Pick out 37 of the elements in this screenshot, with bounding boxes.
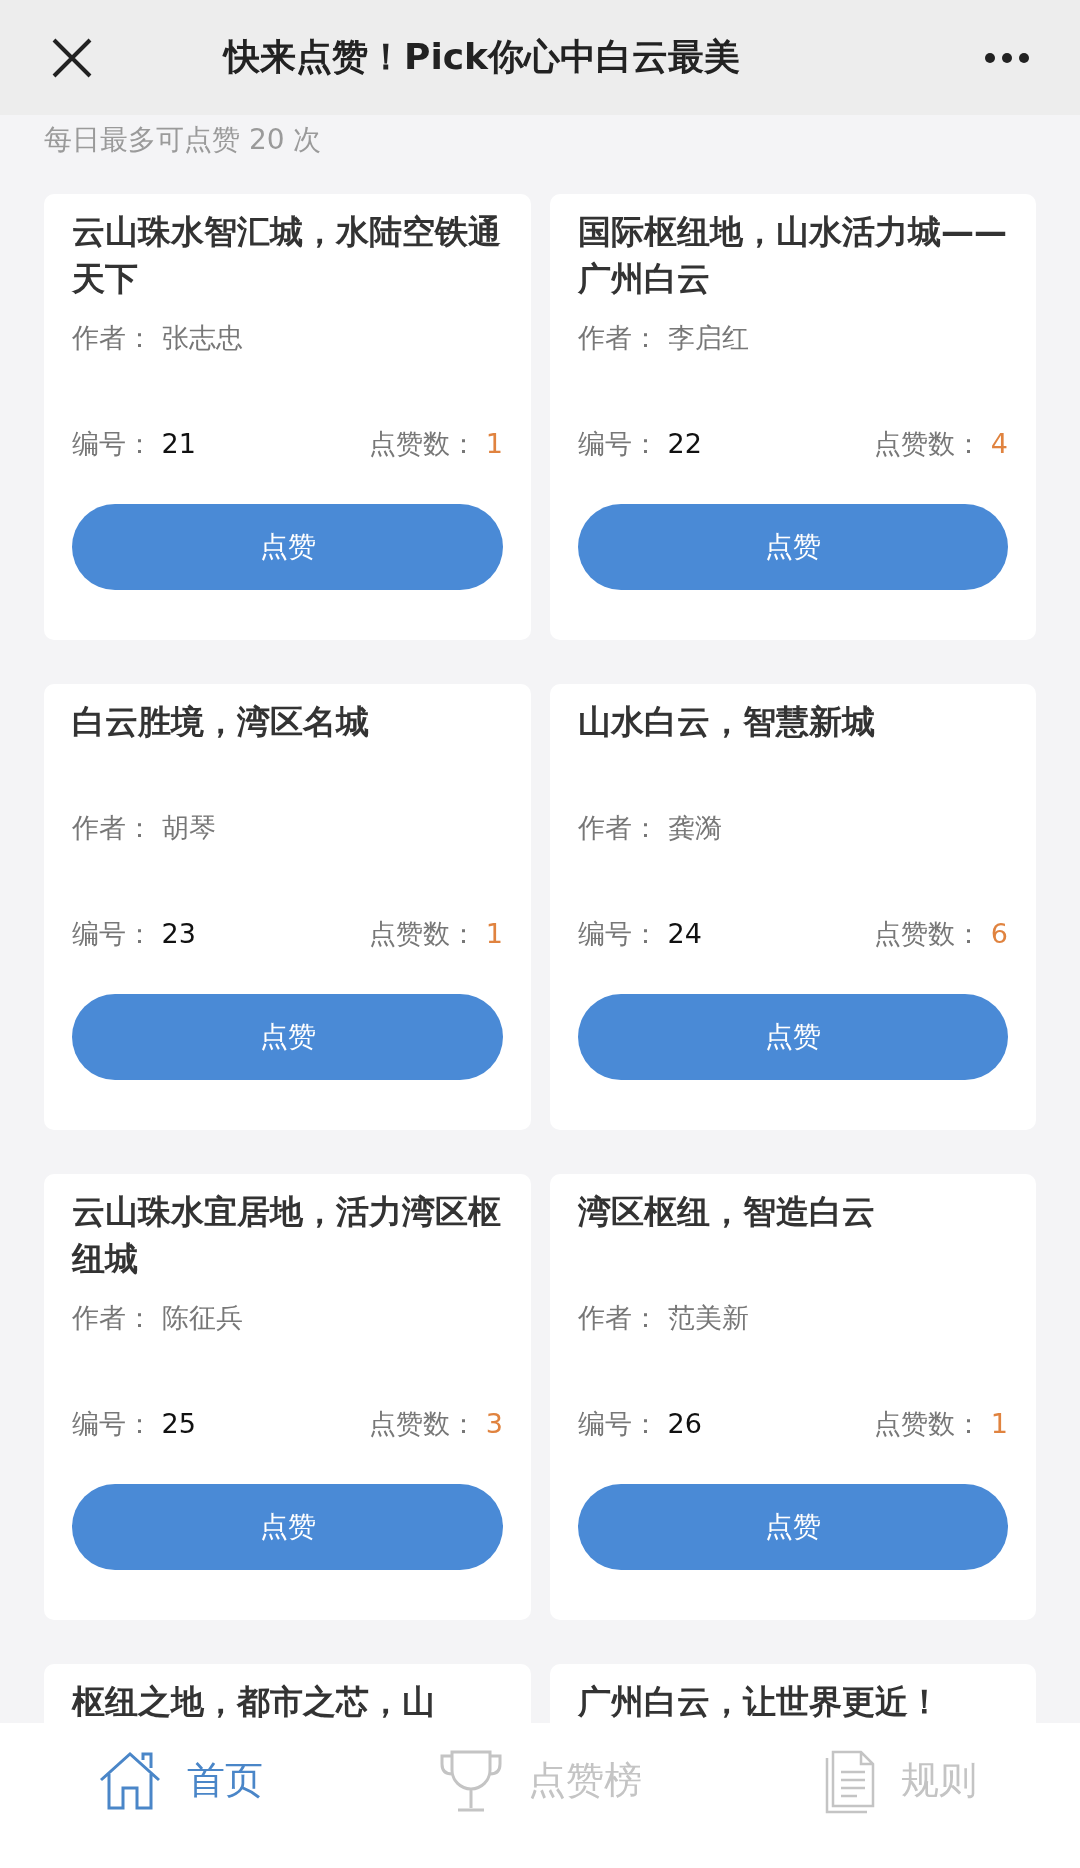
home-icon (97, 1749, 163, 1812)
like-count: 点赞数： 1 (369, 427, 503, 461)
like-button[interactable]: 点赞 (72, 504, 503, 590)
entry-title: 湾区枢纽，智造白云 (578, 1191, 876, 1233)
entry-number: 编号： 24 (578, 917, 702, 951)
entry-author: 作者： 范美新 (578, 1301, 750, 1335)
entry-author: 作者： 龚漪 (578, 811, 723, 845)
like-count: 点赞数： 3 (369, 1407, 503, 1441)
nav-tab[interactable]: 首页 (0, 1723, 360, 1868)
entry-number: 编号： 25 (72, 1407, 196, 1441)
entry-author: 作者： 陈征兵 (72, 1301, 244, 1335)
daily-limit-notice: 每日最多可点赞 20 次 (44, 122, 323, 158)
entry-author: 作者： 胡琴 (72, 811, 217, 845)
entry-author: 作者： 李启红 (578, 321, 750, 355)
like-count: 点赞数： 1 (874, 1407, 1008, 1441)
like-button[interactable]: 点赞 (72, 994, 503, 1080)
entry-title: 云山珠水智汇城，水陆空铁通天下 (72, 211, 502, 300)
entry-title: 白云胜境，湾区名城 (72, 701, 370, 743)
like-count: 点赞数： 1 (369, 917, 503, 951)
like-count: 点赞数： 4 (874, 427, 1008, 461)
entry-title: 云山珠水宜居地，活力湾区枢纽城 (72, 1191, 502, 1280)
like-button[interactable]: 点赞 (578, 504, 1008, 590)
like-count: 点赞数： 6 (874, 917, 1008, 951)
like-button[interactable]: 点赞 (578, 994, 1008, 1080)
like-button[interactable]: 点赞 (72, 1484, 503, 1570)
entry-author: 作者： 张志忠 (72, 321, 244, 355)
entry-title: 枢纽之地，都市之芯，山 (72, 1681, 436, 1723)
entry-title: 广州白云，让世界更近！ (578, 1681, 942, 1723)
entry-number: 编号： 26 (578, 1407, 702, 1441)
entry-number: 编号： 23 (72, 917, 196, 951)
more-button[interactable] (984, 51, 1030, 64)
entry-number: 编号： 21 (72, 427, 196, 461)
like-button[interactable]: 点赞 (578, 1484, 1008, 1570)
page-title: 快来点赞！Pick你心中白云最美 (224, 35, 740, 79)
entry-title: 山水白云，智慧新城 (578, 701, 876, 743)
entry-title: 国际枢纽地，山水活力城——广州白云 (578, 211, 1008, 300)
entry-number: 编号： 22 (578, 427, 702, 461)
